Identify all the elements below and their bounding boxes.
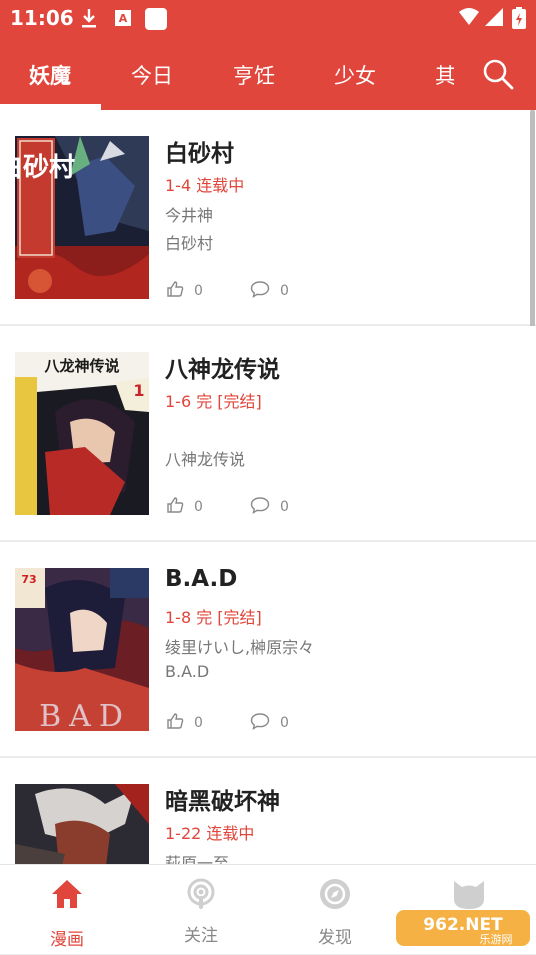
search-icon[interactable] [482,58,514,90]
like-count: 0 [194,715,203,731]
nav-label: 关注 [184,926,218,946]
comic-cover[interactable]: 八龙神传说 1 [15,352,149,515]
tab-pengren[interactable]: 亨饪 [233,60,275,90]
status-bar: 11:06 A [0,0,536,36]
like-button[interactable]: 0 [166,280,203,302]
svg-text:A: A [119,12,128,25]
compass-icon [318,877,352,915]
status-time: 11:06 [10,6,74,30]
tab-shaonv[interactable]: 少女 [334,60,376,90]
tab-qita[interactable]: 其 [435,60,456,90]
like-button[interactable]: 0 [166,496,203,518]
comic-card[interactable]: 白砂村 白砂村 1-4 连载中 今井神 白砂村 0 0 [0,110,536,340]
comment-icon [250,280,280,302]
comic-cover[interactable] [15,784,149,864]
comic-cover[interactable]: 73 BAD [15,568,149,731]
comment-icon [250,712,280,734]
like-button[interactable]: 0 [166,712,203,734]
comic-description: 白砂村 [165,234,214,253]
comment-icon [250,496,280,518]
comic-description: 八神龙传说 [165,450,246,469]
scrollbar[interactable] [530,110,535,340]
comment-count: 0 [280,715,289,731]
comic-author: 萩原一至 [165,854,230,864]
comment-count: 0 [280,283,289,299]
cover-title-char: 白砂村 [15,152,75,183]
comic-author: 今井神 [165,206,214,225]
cover-badge: 73 [21,573,36,586]
nav-guanzhu[interactable]: 关注 [134,865,268,955]
thumbs-up-icon [166,712,194,734]
watermark-sub: 乐游网 [480,933,513,946]
nav-manhua[interactable]: 漫画 [0,865,134,955]
comic-card[interactable]: 73 BAD B.A.D 1-8 完 [完结] 绫里けいし,榊原宗々 B.A.D… [0,542,536,756]
comic-status: 1-8 完 [完结] [165,608,262,627]
battery-icon [512,7,526,33]
podcast-icon [184,877,218,915]
comic-cover[interactable]: 白砂村 [15,136,149,299]
comic-title: 白砂村 [165,141,234,167]
wifi-icon [458,7,480,31]
text-icon: A [114,7,132,33]
home-icon [50,877,84,915]
comic-card[interactable]: 暗黑破坏神 1-22 连载中 萩原一至 [0,758,536,864]
watermark-logo: 962.NET 乐游网 [396,908,530,948]
nav-faxian[interactable]: 发现 [268,865,402,955]
tab-jinri[interactable]: 今日 [131,60,173,90]
cover-volume: 1 [133,381,144,400]
category-tabs: 妖魔 今日 亨饪 少女 其 [0,36,536,110]
comic-status: 1-4 连载中 [165,176,245,195]
comic-status: 1-6 完 [完结] [165,392,262,411]
comic-author: 绫里けいし,榊原宗々 [165,638,315,657]
thumbs-up-icon [166,496,194,518]
thumbs-up-icon [166,280,194,302]
notification-icon [144,7,168,35]
watermark-text: 962.NET [423,915,503,935]
nav-label: 发现 [318,928,352,948]
comic-list[interactable]: 白砂村 白砂村 1-4 连载中 今井神 白砂村 0 0 [0,110,536,864]
comment-button[interactable]: 0 [250,280,289,302]
comic-title: 暗黑破坏神 [165,789,280,815]
cell-signal-icon [484,7,504,31]
tab-yaomo[interactable]: 妖魔 [29,60,71,90]
download-icon [80,7,98,33]
comic-card[interactable]: 八龙神传说 1 八神龙传说 1-6 完 [完结] 八神龙传说 0 0 [0,326,536,540]
like-count: 0 [194,499,203,515]
comic-title: B.A.D [165,566,238,592]
cover-big-text: BAD [39,699,131,731]
nav-label: 漫画 [50,930,84,950]
comic-status: 1-22 连载中 [165,824,255,843]
comment-button[interactable]: 0 [250,496,289,518]
comment-button[interactable]: 0 [250,712,289,734]
like-count: 0 [194,283,203,299]
comic-title: 八神龙传说 [165,357,280,383]
comment-count: 0 [280,499,289,515]
cover-title-text: 八龙神传说 [43,357,119,375]
comic-description: B.A.D [165,662,210,681]
